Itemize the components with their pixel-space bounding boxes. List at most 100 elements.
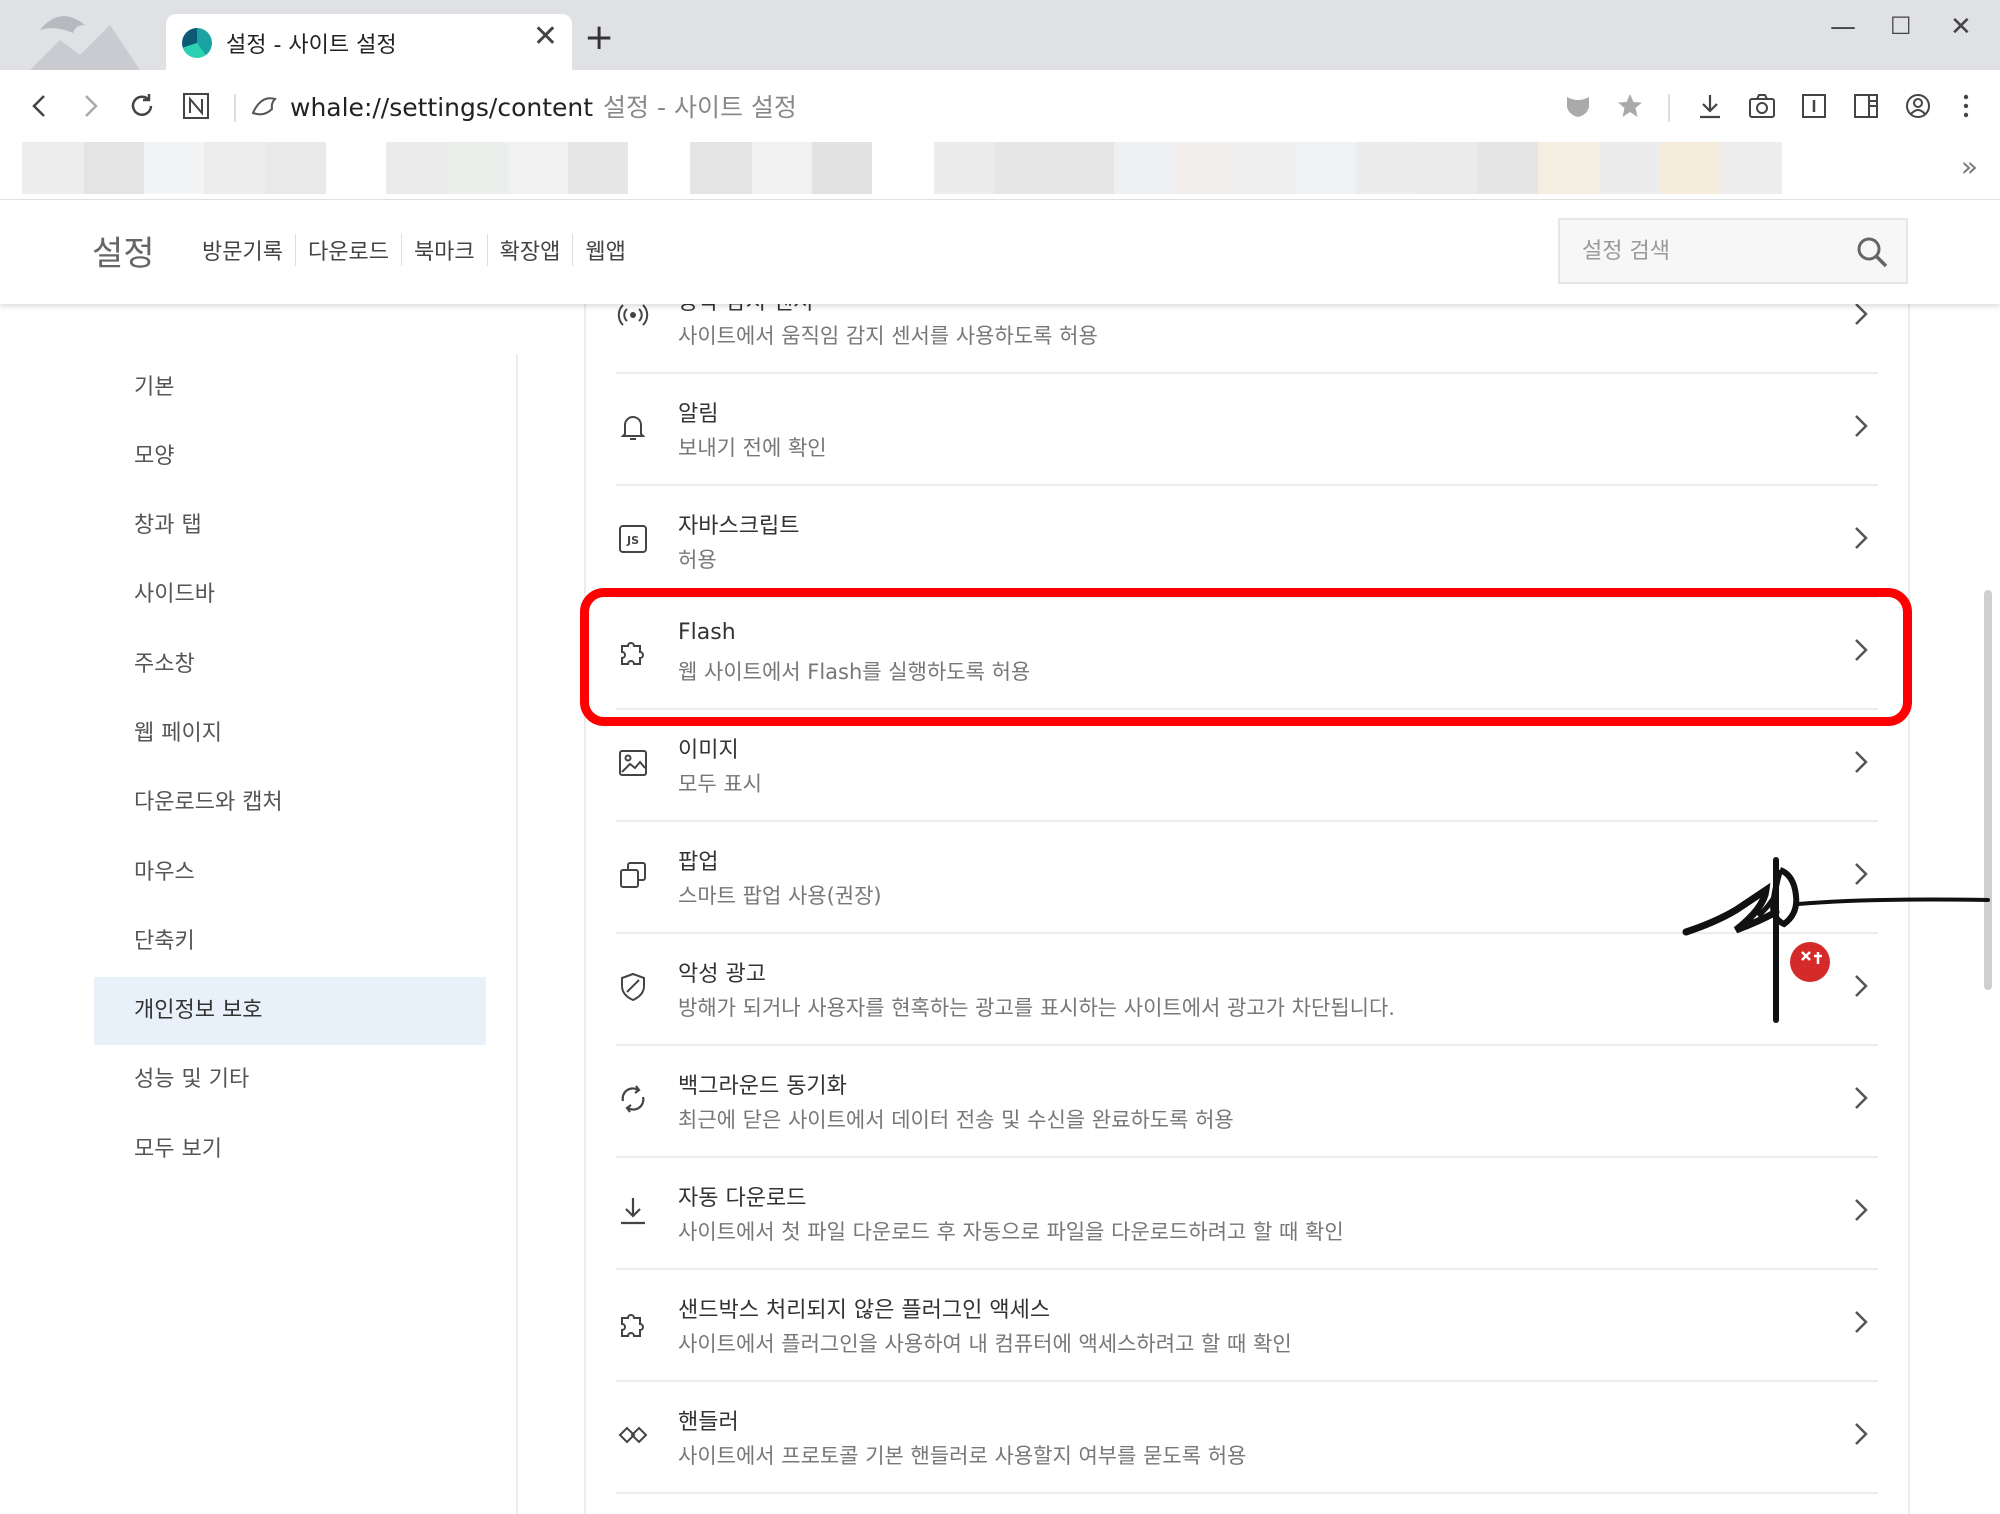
bookmark-item[interactable]	[994, 142, 1114, 194]
bookmark-item[interactable]	[448, 142, 508, 194]
setting-row-javascript[interactable]: JS 자바스크립트 허용	[616, 486, 1878, 598]
sidebar-item-sidebar[interactable]: 사이드바	[94, 561, 486, 629]
search-input[interactable]	[1582, 232, 1842, 270]
sidebar-item-download-capture[interactable]: 다운로드와 캡처	[94, 769, 486, 837]
whale-shield-icon[interactable]	[1560, 88, 1596, 124]
bookmark-item[interactable]	[752, 142, 812, 194]
new-tab-button[interactable]: +	[584, 20, 614, 56]
setting-title: 샌드박스 처리되지 않은 플러그인 액세스	[678, 1298, 1051, 1323]
reader-mode-icon[interactable]	[1796, 88, 1832, 124]
setting-row-unsandboxed-plugins[interactable]: 샌드박스 처리되지 않은 플러그인 액세스 사이트에서 플러그인을 사용하여 내…	[616, 1270, 1878, 1382]
bookmark-item[interactable]	[1174, 142, 1234, 194]
javascript-icon: JS	[616, 522, 650, 556]
bookmark-item[interactable]	[144, 142, 204, 194]
bookmark-item[interactable]	[1600, 142, 1660, 194]
tab-close-icon[interactable]: ✕	[533, 22, 558, 52]
bell-icon	[616, 410, 650, 444]
bookmark-item[interactable]	[204, 142, 266, 194]
sidebar-item-webpage[interactable]: 웹 페이지	[94, 700, 486, 768]
bookmark-item[interactable]	[1114, 142, 1174, 194]
bookmark-item[interactable]	[934, 142, 994, 194]
window-close-icon[interactable]: ✕	[1950, 12, 1972, 42]
capture-camera-icon[interactable]	[1744, 88, 1780, 124]
topnav-history[interactable]: 방문기록	[202, 234, 296, 266]
download-toolbar-icon[interactable]	[1692, 88, 1728, 124]
setting-row-handlers[interactable]: 핸들러 사이트에서 프로토콜 기본 핸들러로 사용할지 여부를 묻도록 허용	[616, 1382, 1878, 1494]
bookmark-item[interactable]	[84, 142, 144, 194]
sidebar-item-view-all[interactable]: 모두 보기	[94, 1116, 486, 1184]
back-icon[interactable]	[22, 88, 58, 124]
bookmark-item[interactable]	[1478, 142, 1538, 194]
setting-row-background-sync[interactable]: 백그라운드 동기화 최근에 닫은 사이트에서 데이터 전송 및 수신을 완료하도…	[616, 1046, 1878, 1158]
bookmark-item[interactable]	[1356, 142, 1416, 194]
sidebar-divider	[516, 354, 518, 1514]
address-bar[interactable]: whale://settings/content 설정 - 사이트 설정	[290, 88, 797, 124]
setting-subtitle: 사이트에서 움직임 감지 센서를 사용하도록 허용	[678, 324, 1098, 348]
setting-title: 핸들러	[678, 1410, 739, 1435]
setting-title: 자동 다운로드	[678, 1186, 807, 1211]
chevron-right-icon	[1855, 1311, 1868, 1333]
sidebar-item-windows-tabs[interactable]: 창과 탭	[94, 492, 486, 560]
bookmark-item[interactable]	[386, 142, 448, 194]
topnav-webapps[interactable]: 웹앱	[573, 234, 637, 266]
address-toolbar: whale://settings/content 설정 - 사이트 설정	[0, 70, 2000, 142]
url-text: whale://settings/content	[290, 93, 594, 122]
bookmark-item[interactable]	[508, 142, 568, 194]
whale-favicon-icon	[182, 28, 212, 58]
topnav-bookmarks[interactable]: 북마크	[402, 234, 488, 266]
chevron-right-icon	[1855, 527, 1868, 549]
sidebar-item-performance[interactable]: 성능 및 기타	[94, 1046, 486, 1114]
setting-row-notifications[interactable]: 알림 보내기 전에 확인	[616, 374, 1878, 486]
setting-subtitle: 사이트에서 첫 파일 다운로드 후 자동으로 파일을 다운로드하려고 할 때 확…	[678, 1220, 1344, 1244]
sidebar-item-privacy[interactable]: 개인정보 보호	[94, 977, 486, 1045]
bookmark-item[interactable]	[1416, 142, 1478, 194]
menu-kebab-icon[interactable]	[1948, 88, 1984, 124]
bookmark-item[interactable]	[22, 142, 84, 194]
setting-title: 자바스크립트	[678, 514, 800, 539]
bookmark-star-icon[interactable]	[1612, 88, 1648, 124]
active-tab[interactable]: 설정 - 사이트 설정 ✕	[166, 14, 572, 70]
flash-highlight-box	[580, 588, 1912, 726]
sidebar-item-basic[interactable]: 기본	[94, 354, 486, 422]
setting-title: 악성 광고	[678, 962, 766, 987]
bookmark-item[interactable]	[266, 142, 326, 194]
setting-subtitle: 최근에 닫은 사이트에서 데이터 전송 및 수신을 완료하도록 허용	[678, 1108, 1234, 1132]
minimize-icon[interactable]: —	[1830, 12, 1856, 42]
bookmark-item[interactable]	[568, 142, 628, 194]
bookmark-item[interactable]	[1660, 142, 1720, 194]
setting-row-images[interactable]: 이미지 모두 표시	[616, 710, 1878, 822]
forward-icon[interactable]	[72, 88, 108, 124]
setting-title: 팝업	[678, 850, 719, 875]
sidebar-item-shortcuts[interactable]: 단축키	[94, 908, 486, 976]
reload-icon[interactable]	[124, 88, 160, 124]
topnav-downloads[interactable]: 다운로드	[296, 234, 402, 266]
topnav-extensions[interactable]: 확장앱	[488, 234, 574, 266]
whale-decoration-icon	[30, 16, 140, 70]
tab-title: 설정 - 사이트 설정	[226, 33, 397, 58]
sidebar-toggle-icon[interactable]	[1848, 88, 1884, 124]
sidebar-item-addressbar[interactable]: 주소창	[94, 631, 486, 699]
setting-row-auto-download[interactable]: 자동 다운로드 사이트에서 첫 파일 다운로드 후 자동으로 파일을 다운로드하…	[616, 1158, 1878, 1270]
sensor-icon	[616, 300, 650, 332]
sync-icon	[616, 1082, 650, 1116]
bookmarks-bar: »	[0, 142, 2000, 200]
puzzle-icon	[616, 1306, 650, 1340]
sidebar-item-mouse[interactable]: 마우스	[94, 839, 486, 907]
bookmark-item[interactable]	[690, 142, 752, 194]
naver-home-icon[interactable]	[178, 88, 214, 124]
sidebar-item-appearance[interactable]: 모양	[94, 423, 486, 491]
search-icon[interactable]	[1854, 234, 1890, 270]
setting-title: 백그라운드 동기화	[678, 1074, 847, 1099]
bookmark-item[interactable]	[812, 142, 872, 194]
handler-icon	[616, 1418, 650, 1452]
whale-site-icon[interactable]	[246, 88, 282, 124]
profile-icon[interactable]	[1900, 88, 1936, 124]
bookmark-item[interactable]	[1538, 142, 1600, 194]
bookmark-item[interactable]	[1234, 142, 1296, 194]
setting-row-motion-sensor[interactable]: 동작 감지 센서 사이트에서 움직임 감지 센서를 사용하도록 허용	[616, 300, 1878, 374]
page-title: 설정	[92, 234, 155, 274]
maximize-icon[interactable]: ☐	[1890, 12, 1912, 40]
bookmark-item[interactable]	[1720, 142, 1782, 194]
bookmark-item[interactable]	[1296, 142, 1356, 194]
bookmarks-more-icon[interactable]: »	[1961, 150, 1978, 183]
